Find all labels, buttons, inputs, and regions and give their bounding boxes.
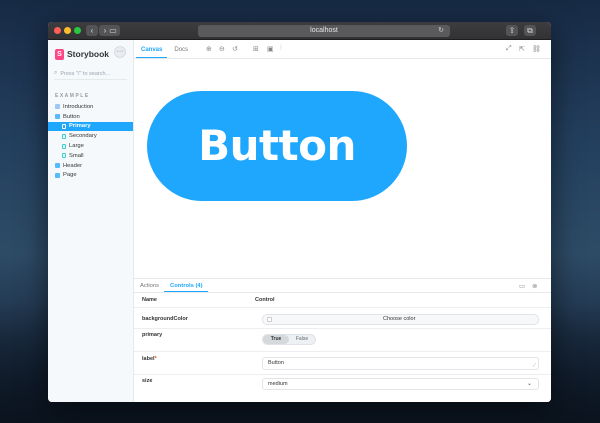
sidebar-item-primary[interactable]: Primary xyxy=(48,121,133,132)
choose-color-button[interactable]: Choose color xyxy=(383,316,415,322)
column-control: Control xyxy=(255,297,275,303)
label-name-text: label xyxy=(142,356,155,362)
zoom-out-icon[interactable]: ⊖ xyxy=(219,45,225,53)
open-new-tab-icon[interactable]: ⇱ xyxy=(519,45,525,53)
storybook-logo-icon: S xyxy=(55,48,64,60)
sidebar-item-label: Primary xyxy=(69,123,91,130)
sidebar-item-page[interactable]: Page xyxy=(48,171,133,181)
control-name: label* xyxy=(142,356,157,362)
browser-window: ‹ › ▭ localhost ↻ ⇪ ⧉ S Storybook ··· ⌕ … xyxy=(48,22,551,402)
sidebar-item-label: Button xyxy=(63,113,80,120)
component-icon xyxy=(55,114,60,120)
sidebar-item-label: Secondary xyxy=(69,133,97,140)
preview-canvas: Button xyxy=(134,59,551,278)
color-swatch[interactable] xyxy=(267,317,272,322)
share-icon[interactable]: ⇪ xyxy=(506,25,518,36)
search-icon: ⌕ xyxy=(54,70,58,76)
tab-actions[interactable]: Actions xyxy=(134,283,164,292)
sidebar-item-label: Header xyxy=(63,162,83,169)
browser-toolbar: ‹ › ▭ localhost ↻ ⇪ ⧉ xyxy=(48,22,551,40)
label-input-value: Button xyxy=(268,360,284,366)
fullscreen-icon[interactable]: ⤢ xyxy=(506,45,512,53)
back-icon[interactable]: ‹ xyxy=(86,25,98,36)
close-window-button[interactable] xyxy=(54,27,61,34)
addons-tabs: Actions Controls (4) ▭ ⊗ xyxy=(134,279,551,293)
addons-panel: Actions Controls (4) ▭ ⊗ Name Control ba… xyxy=(134,278,551,402)
primary-boolean-toggle[interactable]: True False xyxy=(262,334,316,345)
close-panel-icon[interactable]: ⊗ xyxy=(532,282,537,290)
panel-position-icon[interactable]: ▭ xyxy=(519,282,525,290)
story-icon xyxy=(62,143,66,149)
search-placeholder: Press "/" to search... xyxy=(60,70,111,77)
sidebar-item-button[interactable]: Button xyxy=(48,112,133,122)
component-icon xyxy=(55,172,60,178)
size-select[interactable]: medium ⌄ xyxy=(262,378,539,390)
tab-docs[interactable]: Docs xyxy=(169,47,193,58)
sidebar: S Storybook ··· ⌕ Press "/" to search...… xyxy=(48,40,134,402)
label-text-input[interactable]: Button ⟋ xyxy=(262,357,539,370)
storybook-app: S Storybook ··· ⌕ Press "/" to search...… xyxy=(48,40,551,402)
story-icon xyxy=(62,133,66,139)
controls-table-header: Name Control xyxy=(134,293,551,308)
section-title: EXAMPLE xyxy=(55,93,90,99)
main-area: Canvas Docs ⊕ ⊖ ↺ ⊞ ▣ ⫶ ⤢ ⇱ ⛓ Button Act… xyxy=(134,40,551,402)
reload-icon[interactable]: ↻ xyxy=(438,25,444,37)
story-icon xyxy=(62,123,66,129)
sidebar-item-label: Introduction xyxy=(63,103,94,110)
control-row-primary: primary True False xyxy=(134,329,551,352)
preview-toolbar: Canvas Docs ⊕ ⊖ ↺ ⊞ ▣ ⫶ ⤢ ⇱ ⛓ xyxy=(134,40,551,59)
control-row-backgroundcolor: backgroundColor Choose color xyxy=(134,308,551,329)
control-name: backgroundColor xyxy=(142,316,188,322)
search-input[interactable]: ⌕ Press "/" to search... xyxy=(54,68,127,80)
control-row-size: size medium ⌄ xyxy=(134,375,551,393)
storybook-logo-text: Storybook xyxy=(67,49,110,59)
preview-button[interactable]: Button xyxy=(147,91,407,201)
more-options-button[interactable]: ··· xyxy=(114,46,126,58)
sidebar-item-secondary[interactable]: Secondary xyxy=(48,131,133,141)
sidebar-item-small[interactable]: Small xyxy=(48,151,133,161)
document-icon xyxy=(55,104,60,110)
size-select-value: medium xyxy=(268,381,288,387)
copy-link-icon[interactable]: ⛓ xyxy=(532,45,541,53)
resize-handle-icon[interactable]: ⟋ xyxy=(532,363,536,369)
background-icon[interactable]: ▣ xyxy=(267,45,274,53)
sidebar-item-label: Large xyxy=(69,143,84,150)
chevron-down-icon: ⌄ xyxy=(526,381,532,387)
required-mark: * xyxy=(154,356,157,362)
url-text: localhost xyxy=(310,27,338,34)
sidebar-item-introduction[interactable]: Introduction xyxy=(48,102,133,112)
zoom-window-button[interactable] xyxy=(74,27,81,34)
sidebar-item-large[interactable]: Large xyxy=(48,141,133,151)
component-icon xyxy=(55,163,60,169)
sidebar-item-label: Page xyxy=(63,172,77,179)
sidebar-item-header[interactable]: Header xyxy=(48,161,133,171)
minimize-window-button[interactable] xyxy=(64,27,71,34)
column-name: Name xyxy=(142,297,157,303)
measure-icon[interactable]: ⫶ xyxy=(280,45,282,53)
color-picker-input[interactable]: Choose color xyxy=(262,314,539,325)
tab-controls[interactable]: Controls (4) xyxy=(164,283,208,292)
control-name: size xyxy=(142,378,153,384)
sidebar-toggle-icon[interactable]: ▭ xyxy=(106,25,120,36)
zoom-in-icon[interactable]: ⊕ xyxy=(206,45,212,53)
toggle-false[interactable]: False xyxy=(289,335,315,344)
control-name: primary xyxy=(142,332,163,338)
sidebar-item-label: Small xyxy=(69,152,84,159)
tabs-overview-icon[interactable]: ⧉ xyxy=(524,25,536,36)
grid-icon[interactable]: ⊞ xyxy=(253,45,259,53)
zoom-reset-icon[interactable]: ↺ xyxy=(232,45,238,53)
address-bar[interactable]: localhost ↻ xyxy=(198,25,450,37)
story-icon xyxy=(62,153,66,159)
tab-canvas[interactable]: Canvas xyxy=(136,47,168,58)
story-tree: Introduction Button Primary Secondary La… xyxy=(48,102,133,180)
toggle-true[interactable]: True xyxy=(263,335,289,344)
control-row-label: label* Button ⟋ xyxy=(134,352,551,375)
